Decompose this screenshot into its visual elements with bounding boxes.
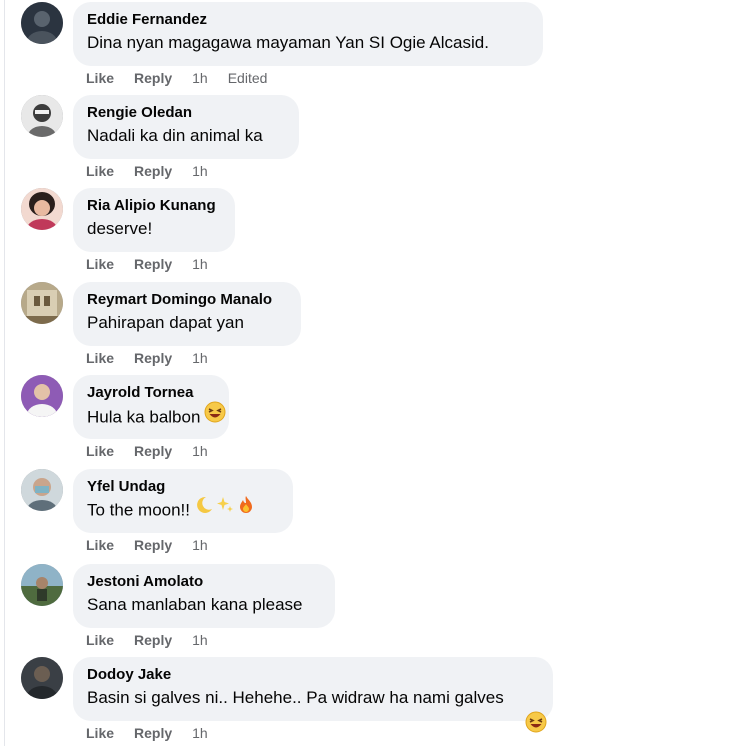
reply-button[interactable]: Reply [134,536,172,554]
comment-item: Ria Alipio Kunang deserve! Like Reply 1h [0,188,750,281]
avatar[interactable] [21,188,63,230]
avatar[interactable] [21,2,63,44]
comment-item: Jestoni Amolato Sana manlaban kana pleas… [0,564,750,657]
comment-item: Rengie Oledan Nadali ka din animal ka Li… [0,95,750,188]
comment-text: Basin si galves ni.. Hehehe.. Pa widraw … [87,688,504,707]
comment-text-content: Hula ka balbon [87,407,201,427]
comment-item: Jayrold Tornea Hula ka balbon Like Reply… [0,375,750,468]
like-button[interactable]: Like [86,162,114,180]
comment-timestamp[interactable]: 1h [192,349,208,367]
comment-timestamp[interactable]: 1h [192,631,208,649]
comment-actions: Like Reply 1h [86,349,228,367]
comment-bubble: Eddie Fernandez Dina nyan magagawa mayam… [73,2,543,66]
avatar[interactable] [21,282,63,324]
comment-text: To the moon!! [87,495,279,525]
comment-actions: Like Reply 1h [86,255,228,273]
comment-bubble: Yfel Undag To the moon!! [73,469,293,533]
laughing-emoji [204,401,226,431]
comment-text: Dina nyan magagawa mayaman Yan SI Ogie A… [87,33,489,52]
comment-actions: Like Reply 1h [86,724,228,742]
like-button[interactable]: Like [86,631,114,649]
like-button[interactable]: Like [86,349,114,367]
avatar[interactable] [21,469,63,511]
comment-bubble: Reymart Domingo Manalo Pahirapan dapat y… [73,282,301,346]
reply-button[interactable]: Reply [134,442,172,460]
reply-button[interactable]: Reply [134,255,172,273]
avatar[interactable] [21,95,63,137]
comment-author[interactable]: Yfel Undag [87,477,279,497]
comment-bubble: Dodoy Jake Basin si galves ni.. Hehehe..… [73,657,553,721]
comment-timestamp[interactable]: 1h [192,536,208,554]
comment-text: Sana manlaban kana please [87,595,303,614]
comment-text: Hula ka balbon [87,401,226,433]
like-button[interactable]: Like [86,255,114,273]
comment-author[interactable]: Rengie Oledan [87,103,285,123]
comment-author[interactable]: Jayrold Tornea [87,383,215,403]
comment-text-content: To the moon!! [87,500,191,520]
avatar[interactable] [21,375,63,417]
laughing-emoji [525,711,547,738]
comment-bubble: Jayrold Tornea Hula ka balbon [73,375,229,439]
comment-timestamp[interactable]: 1h [192,255,208,273]
avatar[interactable] [21,564,63,606]
comment-actions: Like Reply 1h [86,442,228,460]
like-button[interactable]: Like [86,442,114,460]
comment-item: Reymart Domingo Manalo Pahirapan dapat y… [0,282,750,375]
like-button[interactable]: Like [86,536,114,554]
comment-actions: Like Reply 1h Edited [86,69,287,87]
reply-button[interactable]: Reply [134,724,172,742]
edited-label[interactable]: Edited [228,69,268,87]
crescent-moon-emoji [194,495,214,523]
sparkles-emoji [215,495,235,523]
comment-author[interactable]: Reymart Domingo Manalo [87,290,287,310]
like-button[interactable]: Like [86,724,114,742]
comment-actions: Like Reply 1h [86,536,228,554]
comment-actions: Like Reply 1h [86,631,228,649]
reply-button[interactable]: Reply [134,69,172,87]
comment-item: Dodoy Jake Basin si galves ni.. Hehehe..… [0,657,750,750]
comment-item: Yfel Undag To the moon!! Like Reply 1h [0,469,750,562]
comment-timestamp[interactable]: 1h [192,442,208,460]
comment-author[interactable]: Jestoni Amolato [87,572,321,592]
fire-emoji [236,495,256,523]
comment-text: Nadali ka din animal ka [87,126,263,145]
comment-text: deserve! [87,219,153,238]
like-button[interactable]: Like [86,69,114,87]
comment-author[interactable]: Ria Alipio Kunang [87,196,221,216]
comment-item: Eddie Fernandez Dina nyan magagawa mayam… [0,2,750,95]
avatar[interactable] [21,657,63,699]
comment-author[interactable]: Eddie Fernandez [87,10,529,30]
comment-bubble: Ria Alipio Kunang deserve! [73,188,235,252]
reply-button[interactable]: Reply [134,631,172,649]
comment-bubble: Rengie Oledan Nadali ka din animal ka [73,95,299,159]
comment-timestamp[interactable]: 1h [192,162,208,180]
comment-timestamp[interactable]: 1h [192,724,208,742]
reply-button[interactable]: Reply [134,162,172,180]
comment-actions: Like Reply 1h [86,162,228,180]
reply-button[interactable]: Reply [134,349,172,367]
comment-bubble: Jestoni Amolato Sana manlaban kana pleas… [73,564,335,628]
comment-author[interactable]: Dodoy Jake [87,665,539,685]
comment-text: Pahirapan dapat yan [87,313,244,332]
comment-timestamp[interactable]: 1h [192,69,208,87]
